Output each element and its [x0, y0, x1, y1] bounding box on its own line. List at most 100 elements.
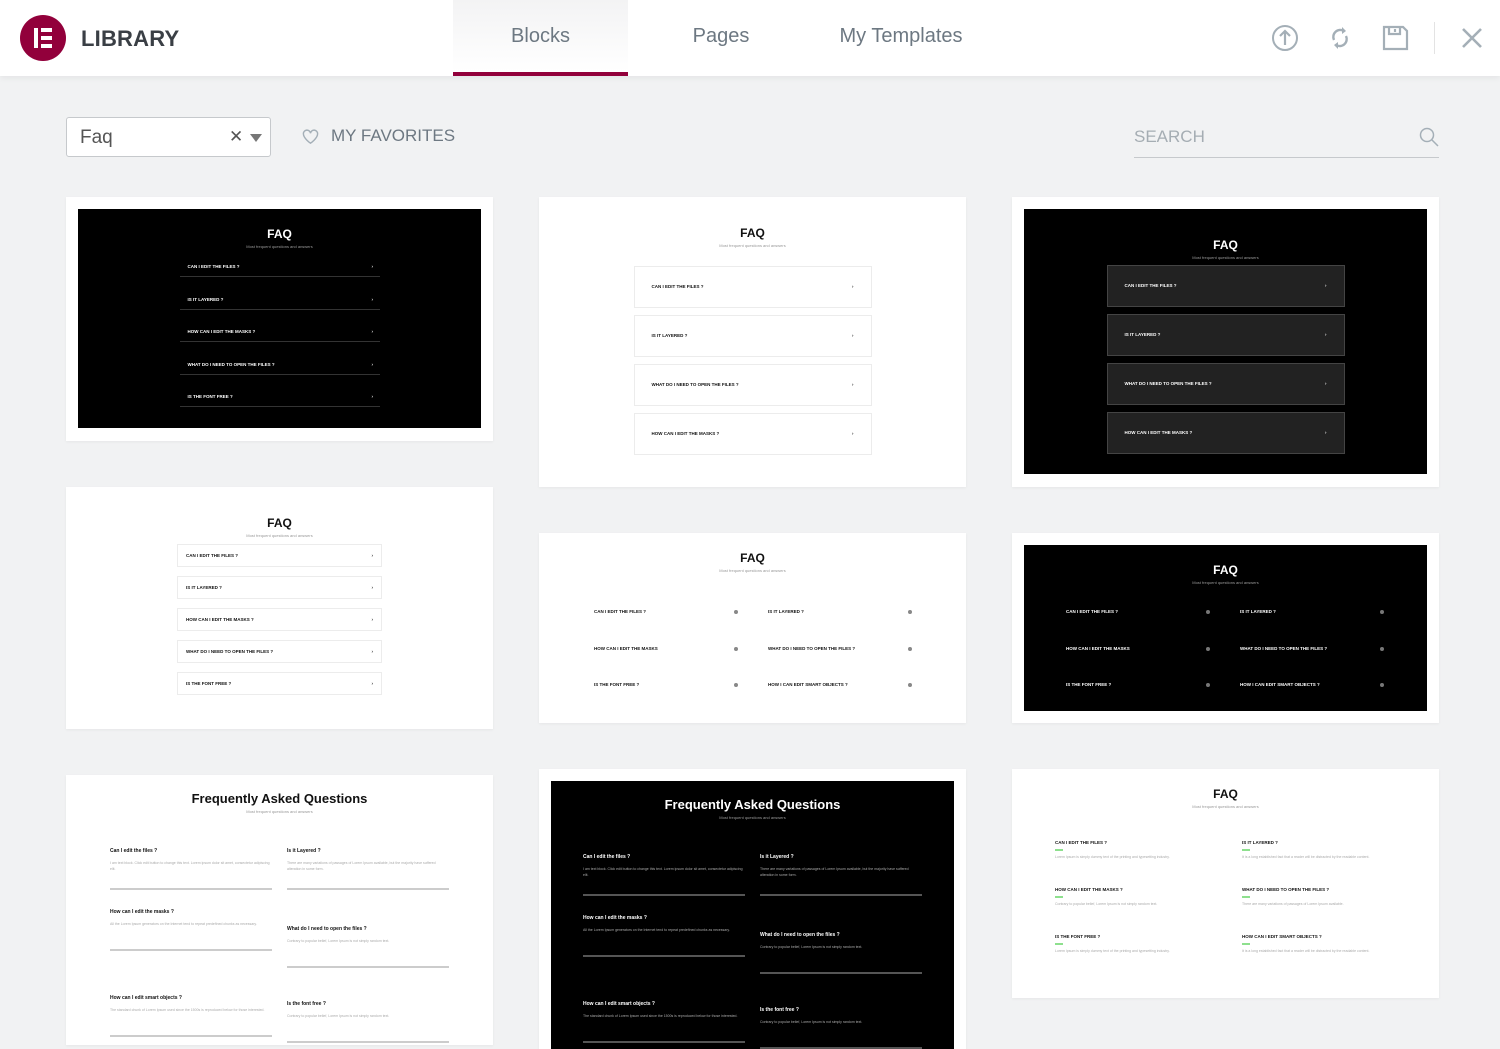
template-card[interactable]: FAQ Most frequent questions and answers CA…: [539, 197, 966, 487]
faq-question: How can I edit the masks ?: [583, 915, 647, 921]
faq-item: HOW CAN I EDIT THE MASKS ? ›: [177, 608, 382, 631]
template-card[interactable]: FAQ Most frequent questions and answers CA…: [539, 533, 966, 723]
dot-icon: [908, 646, 912, 651]
template-preview: FAQ Most frequent questions and answers CA…: [539, 197, 966, 487]
faq-question: CAN I EDIT THE FILES ?: [187, 264, 240, 269]
clear-icon[interactable]: ✕: [229, 127, 243, 147]
my-favorites-button[interactable]: MY FAVORITES: [302, 126, 455, 146]
chevron-icon: ›: [1325, 381, 1327, 386]
faq-answer: All the Lorem Ipsum generators on the In…: [583, 928, 730, 932]
faq-divider: [179, 276, 380, 277]
faq-answer: Lorem Ipsum is simply dummy text of the …: [1055, 949, 1170, 953]
header-divider: [1434, 22, 1435, 54]
faq-divider: [287, 1041, 449, 1043]
chevron-icon: ›: [1325, 283, 1327, 288]
faq-item: HOW CAN I EDIT THE MASKS ? ›: [1106, 412, 1345, 454]
faq-question: IS IT LAYERED ?: [186, 584, 222, 590]
faq-divider: [179, 308, 380, 310]
faq-divider: [760, 894, 922, 896]
faq-question: Is it Layered ?: [760, 854, 794, 860]
dot-icon: [734, 683, 738, 687]
dot-icon: [908, 683, 912, 687]
tab-blocks[interactable]: Blocks: [453, 0, 628, 76]
faq-question: WHAT DO I NEED TO OPEN THE FILES ?: [1240, 645, 1328, 651]
faq-question: HOW CAN I EDIT THE MASKS: [594, 645, 658, 651]
faq-question: IS THE FONT FREE ?: [1066, 682, 1112, 687]
preview-subtitle: Most frequent questions and answers: [1192, 580, 1259, 585]
accent-bar: [1242, 943, 1250, 945]
template-card[interactable]: FAQ Most frequent questions and answers CA…: [66, 197, 493, 441]
faq-question: HOW CAN I EDIT THE MASKS ?: [187, 329, 256, 334]
faq-question: IS THE FONT FREE ?: [594, 682, 640, 687]
faq-question: CAN I EDIT THE FILES ?: [651, 284, 704, 289]
template-card[interactable]: FAQ Most frequent questions and answers CA…: [1012, 769, 1439, 998]
faq-divider: [179, 373, 380, 375]
template-preview: FAQ Most frequent questions and answers CA…: [1012, 769, 1439, 998]
chevron-icon: ›: [852, 431, 854, 436]
template-card[interactable]: Frequently Asked Questions Most frequent …: [539, 769, 966, 1049]
template-preview: Frequently Asked Questions Most frequent …: [551, 781, 954, 1049]
dot-icon: [1206, 646, 1210, 651]
chevron-icon: ›: [1325, 332, 1327, 337]
chevron-icon: ›: [852, 333, 854, 338]
faq-question: How can I edit smart objects ?: [110, 995, 182, 1001]
faq-question: CAN I EDIT THE FILES ?: [594, 609, 647, 614]
faq-question: HOW CAN I EDIT THE MASKS ?: [1124, 430, 1193, 435]
chevron-icon: ›: [371, 296, 374, 302]
preview-subtitle: Most frequent questions and answers: [719, 243, 786, 248]
faq-question: What do I need to open the files ?: [287, 926, 367, 932]
template-card[interactable]: Frequently Asked Questions Most frequent …: [66, 775, 493, 1045]
preview-title: FAQ: [267, 227, 292, 241]
faq-question: HOW I CAN EDIT SMART OBJECTS ?: [1240, 682, 1320, 687]
template-card[interactable]: FAQ Most frequent questions and answers CA…: [1012, 197, 1439, 487]
tab-pages[interactable]: Pages: [640, 0, 802, 76]
faq-question: HOW I CAN EDIT SMART OBJECTS ?: [768, 682, 848, 687]
close-icon[interactable]: [1458, 24, 1486, 52]
template-preview: FAQ Most frequent questions and answers CA…: [66, 487, 493, 729]
chevron-icon: ›: [371, 264, 374, 269]
faq-question: Can I edit the files ?: [110, 848, 158, 854]
faq-answer: I am text block. Click edit button to ch…: [583, 867, 743, 877]
template-preview: FAQ Most frequent questions and answers CA…: [1024, 545, 1427, 711]
tab-my-templates[interactable]: My Templates: [815, 0, 987, 76]
faq-divider: [287, 966, 449, 968]
my-favorites-label: MY FAVORITES: [331, 126, 456, 145]
search-icon[interactable]: [1419, 127, 1439, 147]
accent-bar: [1242, 849, 1250, 851]
search-input[interactable]: [1134, 118, 1404, 156]
faq-question: How can I edit the masks ?: [110, 909, 174, 915]
faq-item: CAN I EDIT THE FILES ? ›: [1106, 265, 1345, 307]
sync-icon[interactable]: [1326, 24, 1354, 52]
dot-icon: [1380, 610, 1384, 614]
chevron-icon: ›: [852, 284, 854, 289]
preview-subtitle: Most frequent questions and answers: [246, 533, 313, 538]
template-preview: FAQ Most frequent questions and answers CA…: [78, 209, 481, 428]
faq-divider: [583, 955, 745, 957]
faq-question: WHAT DO I NEED TO OPEN THE FILES ?: [186, 648, 274, 654]
preview-subtitle: Most frequent questions and answers: [246, 809, 313, 814]
template-card[interactable]: FAQ Most frequent questions and answers CA…: [1012, 533, 1439, 723]
upload-icon[interactable]: [1271, 24, 1299, 52]
faq-question: HOW CAN I EDIT THE MASKS ?: [186, 616, 254, 622]
faq-answer: All the Lorem Ipsum generators on the In…: [110, 922, 257, 926]
faq-question: CAN I EDIT THE FILES ?: [1066, 609, 1119, 614]
preview-title: FAQ: [267, 516, 292, 530]
chevron-icon: ›: [852, 382, 854, 387]
chevron-down-icon[interactable]: [250, 134, 262, 142]
faq-divider: [110, 1035, 272, 1037]
faq-question: WHAT DO I NEED TO OPEN THE FILES ?: [1124, 381, 1212, 386]
category-select[interactable]: Faq ✕: [66, 117, 271, 157]
search-field[interactable]: [1134, 118, 1439, 158]
faq-question: WHAT DO I NEED TO OPEN THE FILES ?: [651, 382, 739, 387]
save-icon[interactable]: [1381, 24, 1409, 52]
preview-subtitle: Most frequent questions and answers: [1192, 804, 1259, 809]
chevron-icon: ›: [1325, 430, 1327, 435]
accent-bar: [1055, 849, 1063, 851]
preview-title: Frequently Asked Questions: [191, 791, 368, 806]
template-card[interactable]: FAQ Most frequent questions and answers CA…: [66, 487, 493, 729]
faq-answer: There are many variations of passages of…: [760, 867, 909, 877]
faq-question: How can I edit smart objects ?: [583, 1001, 655, 1007]
preview-subtitle: Most frequent questions and answers: [246, 244, 313, 249]
faq-question: IS THE FONT FREE ?: [186, 680, 232, 686]
elementor-logo-icon: [20, 15, 66, 61]
